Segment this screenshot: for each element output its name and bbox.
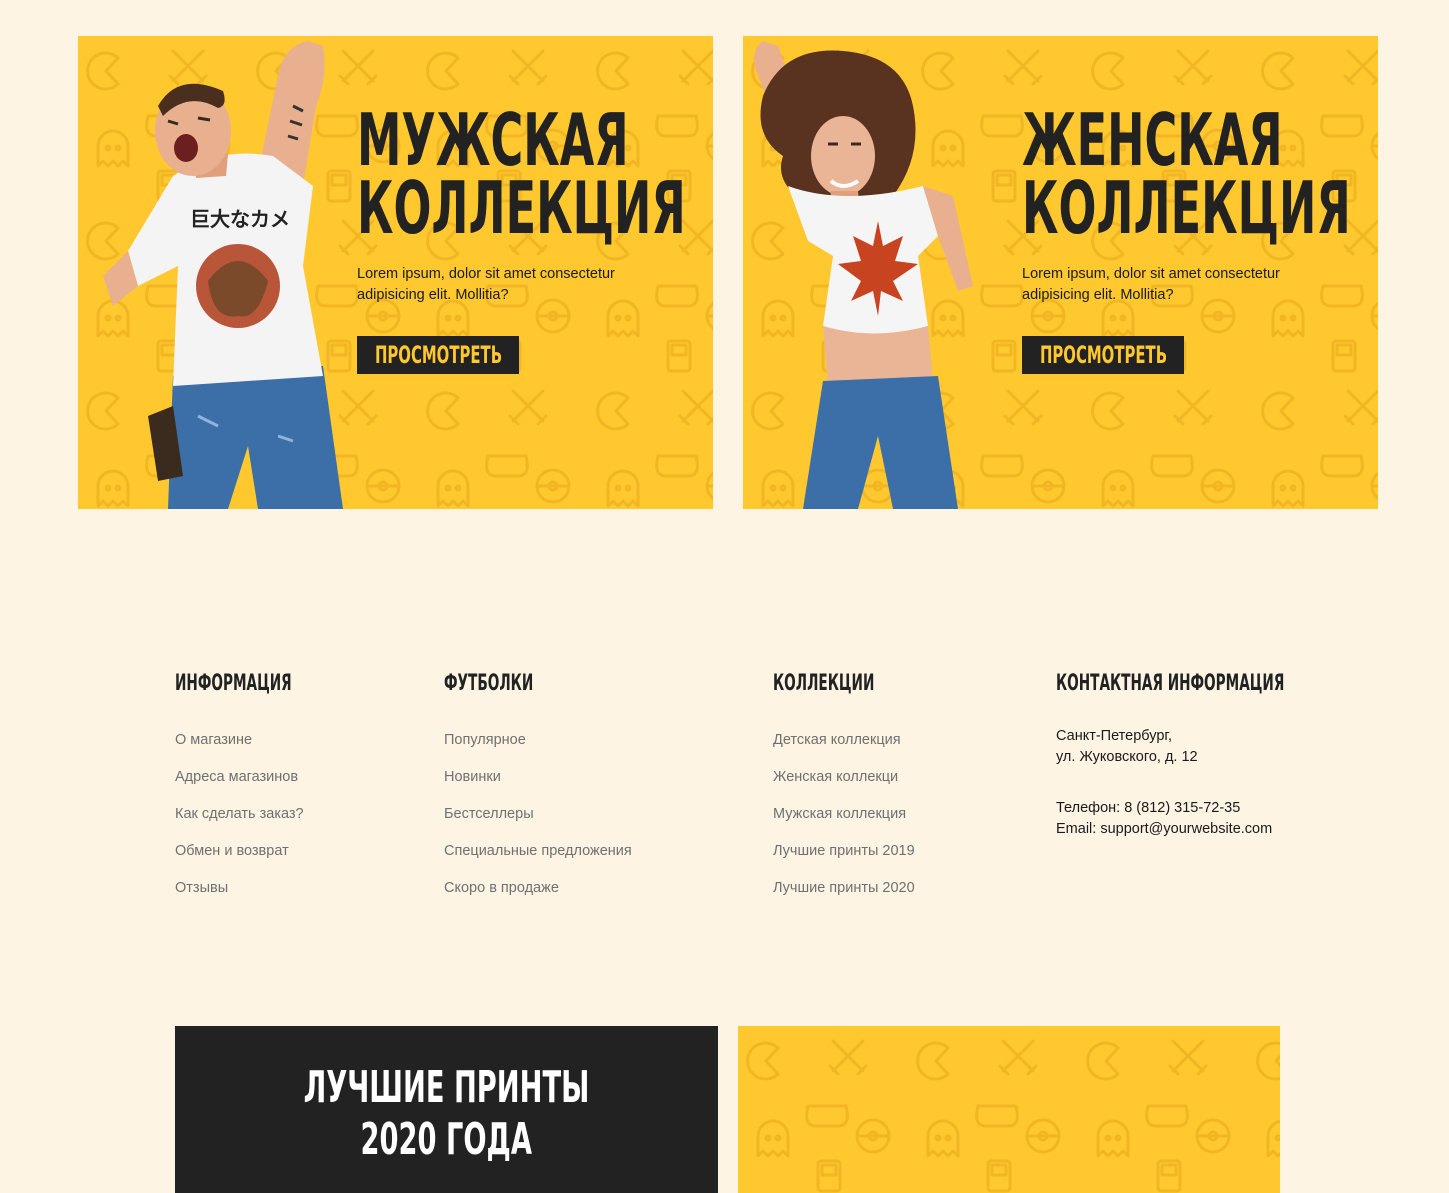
footer-info-column: ИНФОРМАЦИЯ О магазине Адреса магазинов К… (175, 668, 405, 907)
woman-photo (754, 41, 973, 509)
footer-tshirts-column: ФУТБОЛКИ Популярное Новинки Бестселлеры … (444, 668, 734, 907)
view-button[interactable]: ПРОСМОТРЕТЬ (357, 336, 519, 374)
footer-heading: КОНТАКТНАЯ ИНФОРМАЦИЯ (1056, 671, 1285, 696)
footer-link[interactable]: Адреса магазинов (175, 759, 405, 796)
womens-collection-banner: ЖЕНСКАЯ КОЛЛЕКЦИЯ Lorem ipsum, dolor sit… (743, 36, 1378, 509)
banner-content: МУЖСКАЯ КОЛЛЕКЦИЯ Lorem ipsum, dolor sit… (357, 98, 687, 374)
view-button-label: ПРОСМОТРЕТЬ (374, 341, 502, 369)
view-button-label: ПРОСМОТРЕТЬ (1039, 341, 1167, 369)
address-line: ул. Жуковского, д. 12 (1056, 749, 1198, 765)
svg-text:巨大なカメ: 巨大なカメ (190, 207, 290, 231)
footer-link[interactable]: Скоро в продаже (444, 870, 734, 907)
phone-text: Телефон: 8 (812) 315-72-35 (1056, 800, 1241, 816)
footer-heading: ИНФОРМАЦИЯ (175, 671, 292, 696)
address-line: Санкт-Петербург, (1056, 728, 1172, 744)
best-prints-promo: ЛУЧШИЕ ПРИНТЫ 2020 ГОДА (175, 1026, 718, 1193)
footer-link[interactable]: Бестселлеры (444, 796, 734, 833)
footer-link[interactable]: Отзывы (175, 870, 405, 907)
promo-title-line-2: 2020 ГОДА (360, 1114, 533, 1165)
footer-link[interactable]: Обмен и возврат (175, 833, 405, 870)
promo-title-line-1: ЛУЧШИЕ ПРИНТЫ (303, 1062, 590, 1113)
footer-link[interactable]: О магазине (175, 722, 405, 759)
footer-links: Популярное Новинки Бестселлеры Специальн… (444, 722, 734, 907)
email-text: Email: support@yourwebsite.com (1056, 821, 1273, 837)
banner-title: ЖЕНСКАЯ КОЛЛЕКЦИЯ (1022, 98, 1352, 250)
contact-info: Санкт-Петербург, ул. Жуковского, д. 12 Т… (1056, 726, 1356, 840)
footer-link[interactable]: Детская коллекция (773, 722, 1023, 759)
banner-content: ЖЕНСКАЯ КОЛЛЕКЦИЯ Lorem ipsum, dolor sit… (1022, 98, 1352, 374)
view-button[interactable]: ПРОСМОТРЕТЬ (1022, 336, 1184, 374)
banner-description: Lorem ipsum, dolor sit amet consectetur … (357, 266, 615, 303)
footer-collections-column: КОЛЛЕКЦИИ Детская коллекция Женская колл… (773, 668, 1023, 907)
mens-collection-banner: 巨大なカメ МУЖСКАЯ КОЛЛЕКЦИЯ Lorem ipsum, dol… (78, 36, 713, 509)
footer-contacts-column: КОНТАКТНАЯ ИНФОРМАЦИЯ Санкт-Петербург, у… (1056, 668, 1356, 840)
pattern-background (738, 1026, 1280, 1193)
title-line-1: МУЖСКАЯ (357, 98, 629, 182)
promo-title: ЛУЧШИЕ ПРИНТЫ 2020 ГОДА (175, 1062, 718, 1166)
footer-heading: ФУТБОЛКИ (444, 671, 534, 696)
footer-links: О магазине Адреса магазинов Как сделать … (175, 722, 405, 907)
footer-link[interactable]: Лучшие принты 2020 (773, 870, 1023, 907)
footer-link[interactable]: Лучшие принты 2019 (773, 833, 1023, 870)
title-line-2: КОЛЛЕКЦИЯ (1022, 166, 1351, 250)
promo-pattern-panel (738, 1026, 1280, 1193)
footer-links: Детская коллекция Женская коллекци Мужск… (773, 722, 1023, 907)
title-line-1: ЖЕНСКАЯ (1022, 98, 1283, 182)
title-line-2: КОЛЛЕКЦИЯ (357, 166, 686, 250)
footer-link[interactable]: Как сделать заказ? (175, 796, 405, 833)
footer-link[interactable]: Новинки (444, 759, 734, 796)
banner-title: МУЖСКАЯ КОЛЛЕКЦИЯ (357, 98, 687, 250)
footer-link[interactable]: Мужская коллекция (773, 796, 1023, 833)
banner-description: Lorem ipsum, dolor sit amet consectetur … (1022, 266, 1280, 303)
footer-link[interactable]: Популярное (444, 722, 734, 759)
footer-heading: КОЛЛЕКЦИИ (773, 671, 875, 696)
footer-link[interactable]: Специальные предложения (444, 833, 734, 870)
man-photo: 巨大なカメ (103, 41, 343, 509)
footer-link[interactable]: Женская коллекци (773, 759, 1023, 796)
